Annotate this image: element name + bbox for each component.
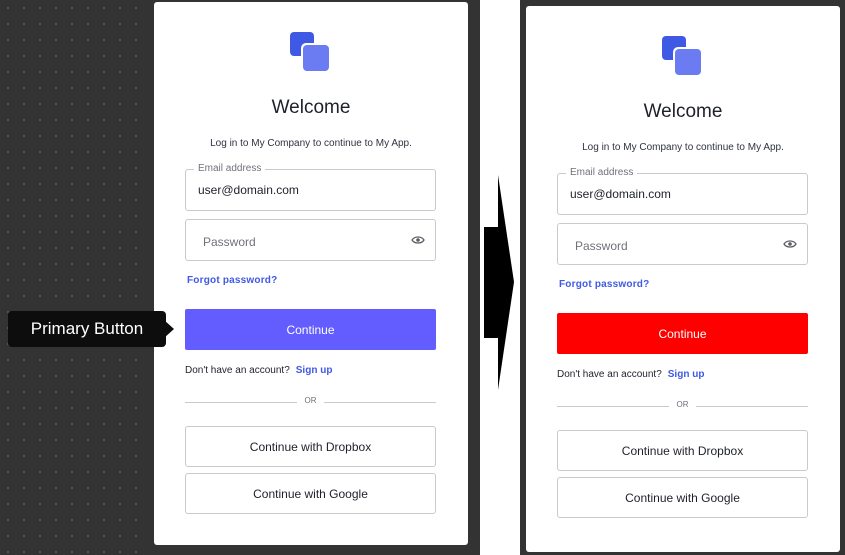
email-field-value: user@domain.com xyxy=(570,187,671,201)
login-card-after: Welcome Log in to My Company to continue… xyxy=(526,6,840,552)
signup-prompt: Don't have an account? xyxy=(185,365,290,376)
continue-with-dropbox-button[interactable]: Continue with Dropbox xyxy=(557,430,808,471)
email-field[interactable]: Email address user@domain.com xyxy=(557,167,808,215)
eye-icon[interactable] xyxy=(411,235,425,245)
page-subtitle: Log in to My Company to continue to My A… xyxy=(210,138,412,149)
primary-button-callout: Primary Button xyxy=(8,311,174,347)
email-field[interactable]: Email address user@domain.com xyxy=(185,163,436,211)
forgot-password-link[interactable]: Forgot password? xyxy=(559,279,649,290)
signup-prompt: Don't have an account? xyxy=(557,369,662,380)
eye-icon[interactable] xyxy=(783,239,797,249)
brand-logo-icon xyxy=(290,32,332,74)
or-divider: OR xyxy=(185,396,436,408)
page-title: Welcome xyxy=(643,101,723,122)
password-field[interactable]: Password xyxy=(185,219,436,261)
signup-row: Don't have an account? Sign up xyxy=(185,365,332,376)
continue-button[interactable]: Continue xyxy=(557,313,808,354)
or-divider: OR xyxy=(557,400,808,412)
email-field-label: Email address xyxy=(566,167,638,178)
forgot-password-link[interactable]: Forgot password? xyxy=(187,275,277,286)
comparison-stage: Welcome Log in to My Company to continue… xyxy=(0,0,845,555)
right-arrow-icon xyxy=(484,175,514,390)
password-placeholder: Password xyxy=(575,239,628,253)
continue-with-dropbox-button[interactable]: Continue with Dropbox xyxy=(185,426,436,467)
continue-with-google-button[interactable]: Continue with Google xyxy=(185,473,436,514)
page-title: Welcome xyxy=(271,97,351,118)
or-label: OR xyxy=(676,400,689,409)
callout-label: Primary Button xyxy=(30,319,144,338)
email-field-label: Email address xyxy=(194,163,266,174)
email-field-value: user@domain.com xyxy=(198,183,299,197)
signup-link[interactable]: Sign up xyxy=(668,369,705,380)
page-subtitle: Log in to My Company to continue to My A… xyxy=(582,142,784,153)
brand-logo-icon xyxy=(662,36,704,78)
signup-link[interactable]: Sign up xyxy=(296,365,333,376)
password-placeholder: Password xyxy=(203,235,256,249)
continue-button[interactable]: Continue xyxy=(185,309,436,350)
login-card-before: Welcome Log in to My Company to continue… xyxy=(154,2,468,545)
or-label: OR xyxy=(304,396,317,405)
dotted-background xyxy=(0,0,160,555)
continue-with-google-button[interactable]: Continue with Google xyxy=(557,477,808,518)
password-field[interactable]: Password xyxy=(557,223,808,265)
signup-row: Don't have an account? Sign up xyxy=(557,369,704,380)
